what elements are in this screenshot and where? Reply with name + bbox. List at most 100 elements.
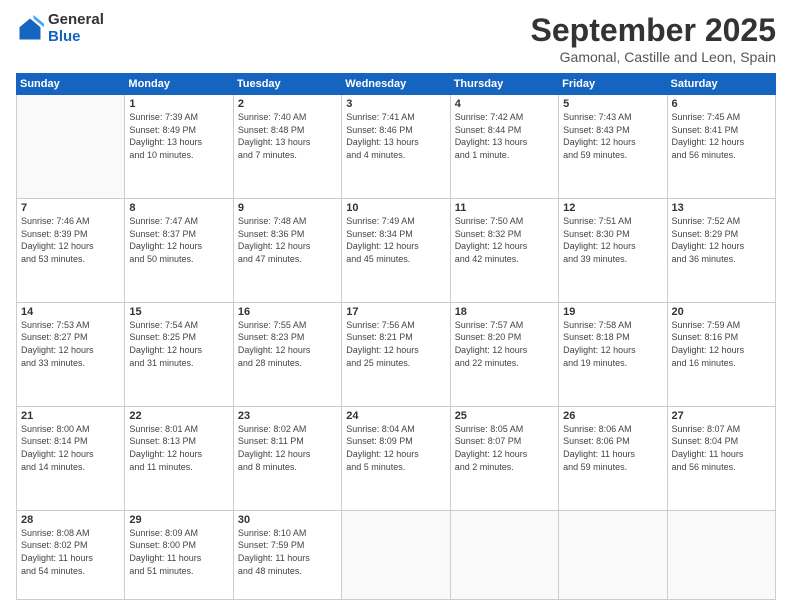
day-number: 9 — [238, 202, 337, 214]
day-info: Sunrise: 7:55 AM Sunset: 8:23 PM Dayligh… — [238, 319, 337, 369]
day-info: Sunrise: 7:45 AM Sunset: 8:41 PM Dayligh… — [672, 111, 771, 161]
calendar-cell: 23Sunrise: 8:02 AM Sunset: 8:11 PM Dayli… — [233, 406, 341, 510]
calendar-cell — [667, 510, 775, 599]
weekday-header-monday: Monday — [125, 74, 233, 95]
day-number: 29 — [129, 514, 228, 526]
calendar-cell: 22Sunrise: 8:01 AM Sunset: 8:13 PM Dayli… — [125, 406, 233, 510]
day-number: 19 — [563, 306, 662, 318]
logo-icon — [16, 15, 44, 43]
day-number: 2 — [238, 98, 337, 110]
weekday-header-thursday: Thursday — [450, 74, 558, 95]
weekday-header-sunday: Sunday — [17, 74, 125, 95]
day-number: 11 — [455, 202, 554, 214]
day-info: Sunrise: 7:50 AM Sunset: 8:32 PM Dayligh… — [455, 215, 554, 265]
calendar-cell: 14Sunrise: 7:53 AM Sunset: 8:27 PM Dayli… — [17, 302, 125, 406]
day-info: Sunrise: 7:47 AM Sunset: 8:37 PM Dayligh… — [129, 215, 228, 265]
day-number: 13 — [672, 202, 771, 214]
day-number: 16 — [238, 306, 337, 318]
calendar-cell: 17Sunrise: 7:56 AM Sunset: 8:21 PM Dayli… — [342, 302, 450, 406]
day-info: Sunrise: 7:48 AM Sunset: 8:36 PM Dayligh… — [238, 215, 337, 265]
day-number: 1 — [129, 98, 228, 110]
day-info: Sunrise: 8:01 AM Sunset: 8:13 PM Dayligh… — [129, 423, 228, 473]
day-info: Sunrise: 8:04 AM Sunset: 8:09 PM Dayligh… — [346, 423, 445, 473]
week-row-2: 7Sunrise: 7:46 AM Sunset: 8:39 PM Daylig… — [17, 198, 776, 302]
week-row-4: 21Sunrise: 8:00 AM Sunset: 8:14 PM Dayli… — [17, 406, 776, 510]
day-info: Sunrise: 7:53 AM Sunset: 8:27 PM Dayligh… — [21, 319, 120, 369]
day-number: 3 — [346, 98, 445, 110]
header: General Blue September 2025 Gamonal, Cas… — [16, 12, 776, 65]
day-number: 18 — [455, 306, 554, 318]
day-info: Sunrise: 8:06 AM Sunset: 8:06 PM Dayligh… — [563, 423, 662, 473]
calendar-cell: 21Sunrise: 8:00 AM Sunset: 8:14 PM Dayli… — [17, 406, 125, 510]
calendar-cell — [559, 510, 667, 599]
calendar-cell: 15Sunrise: 7:54 AM Sunset: 8:25 PM Dayli… — [125, 302, 233, 406]
logo: General Blue — [16, 12, 104, 45]
day-number: 4 — [455, 98, 554, 110]
calendar-cell: 16Sunrise: 7:55 AM Sunset: 8:23 PM Dayli… — [233, 302, 341, 406]
calendar-cell: 3Sunrise: 7:41 AM Sunset: 8:46 PM Daylig… — [342, 95, 450, 199]
calendar-cell: 10Sunrise: 7:49 AM Sunset: 8:34 PM Dayli… — [342, 198, 450, 302]
logo-text: General Blue — [48, 12, 104, 45]
calendar-cell: 27Sunrise: 8:07 AM Sunset: 8:04 PM Dayli… — [667, 406, 775, 510]
calendar-cell: 20Sunrise: 7:59 AM Sunset: 8:16 PM Dayli… — [667, 302, 775, 406]
calendar-cell — [17, 95, 125, 199]
day-number: 27 — [672, 410, 771, 422]
logo-general-text: General — [48, 12, 104, 29]
day-number: 22 — [129, 410, 228, 422]
day-number: 30 — [238, 514, 337, 526]
weekday-header-friday: Friday — [559, 74, 667, 95]
calendar-cell: 6Sunrise: 7:45 AM Sunset: 8:41 PM Daylig… — [667, 95, 775, 199]
calendar-cell: 19Sunrise: 7:58 AM Sunset: 8:18 PM Dayli… — [559, 302, 667, 406]
week-row-1: 1Sunrise: 7:39 AM Sunset: 8:49 PM Daylig… — [17, 95, 776, 199]
day-number: 28 — [21, 514, 120, 526]
day-number: 14 — [21, 306, 120, 318]
calendar-cell: 30Sunrise: 8:10 AM Sunset: 7:59 PM Dayli… — [233, 510, 341, 599]
calendar-cell: 13Sunrise: 7:52 AM Sunset: 8:29 PM Dayli… — [667, 198, 775, 302]
month-title: September 2025 — [531, 12, 776, 49]
weekday-header-saturday: Saturday — [667, 74, 775, 95]
day-number: 12 — [563, 202, 662, 214]
day-info: Sunrise: 8:02 AM Sunset: 8:11 PM Dayligh… — [238, 423, 337, 473]
title-block: September 2025 Gamonal, Castille and Leo… — [531, 12, 776, 65]
day-info: Sunrise: 7:42 AM Sunset: 8:44 PM Dayligh… — [455, 111, 554, 161]
day-info: Sunrise: 7:52 AM Sunset: 8:29 PM Dayligh… — [672, 215, 771, 265]
day-info: Sunrise: 7:51 AM Sunset: 8:30 PM Dayligh… — [563, 215, 662, 265]
day-number: 5 — [563, 98, 662, 110]
day-info: Sunrise: 7:46 AM Sunset: 8:39 PM Dayligh… — [21, 215, 120, 265]
calendar-cell: 5Sunrise: 7:43 AM Sunset: 8:43 PM Daylig… — [559, 95, 667, 199]
weekday-header-row: SundayMondayTuesdayWednesdayThursdayFrid… — [17, 74, 776, 95]
calendar-cell: 26Sunrise: 8:06 AM Sunset: 8:06 PM Dayli… — [559, 406, 667, 510]
day-info: Sunrise: 8:00 AM Sunset: 8:14 PM Dayligh… — [21, 423, 120, 473]
day-number: 17 — [346, 306, 445, 318]
calendar-cell: 28Sunrise: 8:08 AM Sunset: 8:02 PM Dayli… — [17, 510, 125, 599]
day-info: Sunrise: 8:07 AM Sunset: 8:04 PM Dayligh… — [672, 423, 771, 473]
day-number: 23 — [238, 410, 337, 422]
day-info: Sunrise: 7:54 AM Sunset: 8:25 PM Dayligh… — [129, 319, 228, 369]
day-number: 25 — [455, 410, 554, 422]
day-number: 24 — [346, 410, 445, 422]
day-info: Sunrise: 7:57 AM Sunset: 8:20 PM Dayligh… — [455, 319, 554, 369]
day-info: Sunrise: 7:40 AM Sunset: 8:48 PM Dayligh… — [238, 111, 337, 161]
day-info: Sunrise: 7:43 AM Sunset: 8:43 PM Dayligh… — [563, 111, 662, 161]
week-row-5: 28Sunrise: 8:08 AM Sunset: 8:02 PM Dayli… — [17, 510, 776, 599]
calendar-cell: 18Sunrise: 7:57 AM Sunset: 8:20 PM Dayli… — [450, 302, 558, 406]
logo-blue-text: Blue — [48, 29, 104, 46]
day-number: 15 — [129, 306, 228, 318]
day-number: 7 — [21, 202, 120, 214]
calendar-cell: 24Sunrise: 8:04 AM Sunset: 8:09 PM Dayli… — [342, 406, 450, 510]
calendar-cell: 7Sunrise: 7:46 AM Sunset: 8:39 PM Daylig… — [17, 198, 125, 302]
calendar-cell: 9Sunrise: 7:48 AM Sunset: 8:36 PM Daylig… — [233, 198, 341, 302]
calendar-cell: 8Sunrise: 7:47 AM Sunset: 8:37 PM Daylig… — [125, 198, 233, 302]
day-info: Sunrise: 7:39 AM Sunset: 8:49 PM Dayligh… — [129, 111, 228, 161]
calendar-table: SundayMondayTuesdayWednesdayThursdayFrid… — [16, 73, 776, 600]
calendar-cell: 29Sunrise: 8:09 AM Sunset: 8:00 PM Dayli… — [125, 510, 233, 599]
day-info: Sunrise: 8:05 AM Sunset: 8:07 PM Dayligh… — [455, 423, 554, 473]
calendar-cell: 11Sunrise: 7:50 AM Sunset: 8:32 PM Dayli… — [450, 198, 558, 302]
week-row-3: 14Sunrise: 7:53 AM Sunset: 8:27 PM Dayli… — [17, 302, 776, 406]
day-info: Sunrise: 7:58 AM Sunset: 8:18 PM Dayligh… — [563, 319, 662, 369]
weekday-header-wednesday: Wednesday — [342, 74, 450, 95]
day-number: 21 — [21, 410, 120, 422]
calendar-cell: 1Sunrise: 7:39 AM Sunset: 8:49 PM Daylig… — [125, 95, 233, 199]
calendar-cell — [342, 510, 450, 599]
day-info: Sunrise: 8:08 AM Sunset: 8:02 PM Dayligh… — [21, 527, 120, 577]
